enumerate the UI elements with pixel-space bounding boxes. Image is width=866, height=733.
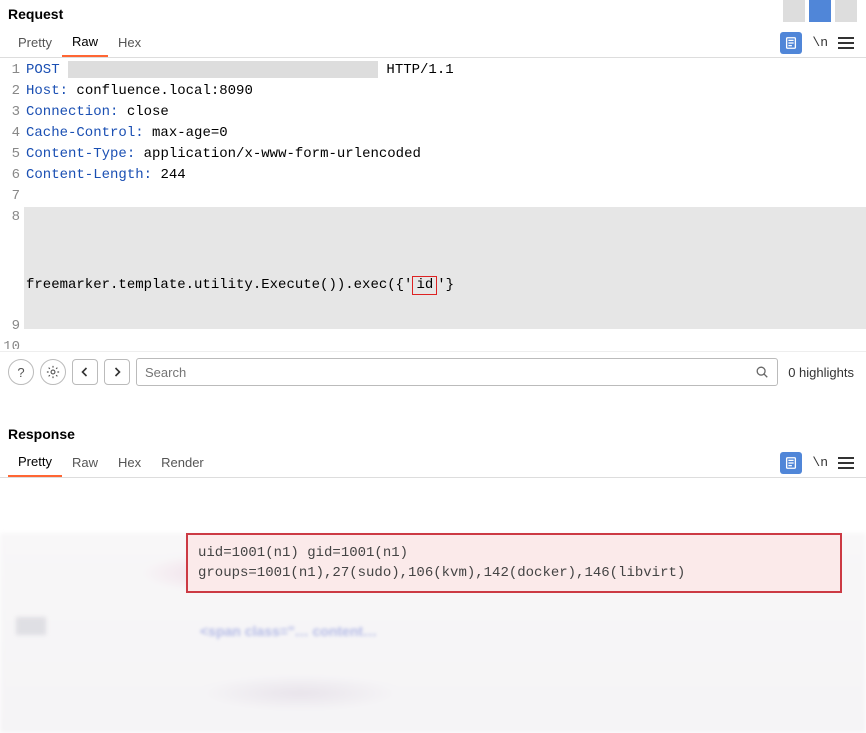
resp-tab-render[interactable]: Render [151, 449, 214, 476]
response-title: Response [0, 420, 866, 448]
help-icon[interactable]: ? [8, 359, 34, 385]
resp-doc-icon[interactable] [780, 452, 802, 474]
response-body[interactable]: uid=1001(n1) gid=1001(n1) groups=1001(n1… [0, 533, 866, 733]
request-body[interactable]: freemarker.template.utility.Execute()).e… [24, 207, 866, 296]
highlight-count: 0 highlights [784, 365, 858, 380]
request-tabbar: Pretty Raw Hex \n [0, 28, 866, 58]
command-output-highlight: uid=1001(n1) gid=1001(n1) groups=1001(n1… [186, 533, 842, 593]
newline-toggle[interactable]: \n [812, 35, 828, 50]
tab-raw[interactable]: Raw [62, 28, 108, 57]
tab-pretty[interactable]: Pretty [8, 29, 62, 56]
output-line-1: uid=1001(n1) gid=1001(n1) [198, 543, 830, 563]
doc-icon[interactable] [780, 32, 802, 54]
resp-menu-icon[interactable] [838, 457, 854, 469]
resp-tab-raw[interactable]: Raw [62, 449, 108, 476]
request-editor[interactable]: 1 2 3 4 5 6 7 8 9 10 POST HTTP/1.1 Host:… [0, 58, 866, 351]
window-controls [782, 0, 858, 22]
blurred-trailing: <span class="… content… [0, 593, 866, 653]
win-btn-2[interactable] [809, 0, 831, 22]
menu-icon[interactable] [838, 37, 854, 49]
line-gutter: 1 2 3 4 5 6 7 8 9 10 [0, 58, 24, 351]
win-btn-3[interactable] [835, 0, 857, 22]
win-btn-1[interactable] [783, 0, 805, 22]
resp-newline-toggle[interactable]: \n [812, 455, 828, 470]
resp-tab-hex[interactable]: Hex [108, 449, 151, 476]
next-button[interactable] [104, 359, 130, 385]
output-line-2: groups=1001(n1),27(sudo),106(kvm),142(do… [198, 563, 830, 583]
command-highlight: id [412, 276, 437, 295]
resp-tab-pretty[interactable]: Pretty [8, 448, 62, 477]
request-title: Request [0, 0, 866, 28]
gear-icon[interactable] [40, 359, 66, 385]
tab-hex[interactable]: Hex [108, 29, 151, 56]
search-toolbar: ? 0 highlights [0, 351, 866, 392]
masked-path [68, 61, 378, 78]
search-box[interactable] [136, 358, 778, 386]
prev-button[interactable] [72, 359, 98, 385]
search-icon[interactable] [755, 365, 769, 379]
search-input[interactable] [145, 365, 755, 380]
response-tabbar: Pretty Raw Hex Render \n [0, 448, 866, 478]
code-area[interactable]: POST HTTP/1.1 Host: confluence.local:809… [24, 58, 866, 351]
